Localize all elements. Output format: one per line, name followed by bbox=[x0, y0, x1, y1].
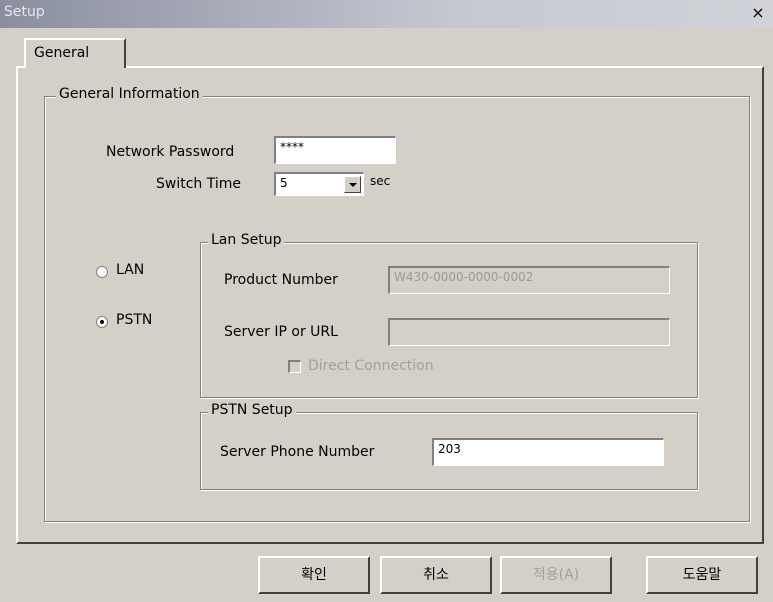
switch-time-label: Switch Time bbox=[156, 176, 241, 192]
apply-button[interactable]: 적용(A) bbox=[500, 556, 612, 594]
tab-general-label: General bbox=[34, 45, 90, 61]
direct-connection-label: Direct Connection bbox=[308, 358, 434, 374]
title-bar: Setup × bbox=[0, 0, 773, 28]
pstn-setup-legend: PSTN Setup bbox=[208, 402, 296, 418]
lan-setup-legend: Lan Setup bbox=[208, 232, 285, 248]
ok-button[interactable]: 확인 bbox=[258, 556, 370, 594]
pstn-radio[interactable] bbox=[96, 316, 108, 328]
lan-radio-label: LAN bbox=[116, 262, 145, 278]
server-phone-field[interactable]: 203 bbox=[432, 438, 664, 466]
close-icon[interactable]: × bbox=[749, 4, 767, 22]
network-password-label: Network Password bbox=[106, 144, 235, 160]
product-number-field[interactable]: W430-0000-0000-0002 bbox=[388, 266, 670, 294]
server-ip-field[interactable] bbox=[388, 318, 670, 346]
network-password-field[interactable]: **** bbox=[274, 136, 396, 164]
lan-radio[interactable] bbox=[96, 266, 108, 278]
switch-time-unit: sec bbox=[370, 174, 391, 188]
tab-panel-general: General Information Network Password ***… bbox=[16, 66, 764, 544]
direct-connection-checkbox[interactable] bbox=[288, 360, 301, 373]
help-button[interactable]: 도움말 bbox=[646, 556, 758, 594]
pstn-radio-label: PSTN bbox=[116, 312, 153, 328]
general-information-legend: General Information bbox=[56, 86, 203, 102]
cancel-button[interactable]: 취소 bbox=[380, 556, 492, 594]
window-title: Setup bbox=[4, 4, 45, 20]
tab-general[interactable]: General bbox=[24, 38, 126, 68]
server-ip-label: Server IP or URL bbox=[224, 324, 338, 340]
chevron-down-icon[interactable] bbox=[344, 176, 361, 193]
server-phone-label: Server Phone Number bbox=[220, 444, 375, 460]
product-number-label: Product Number bbox=[224, 272, 338, 288]
